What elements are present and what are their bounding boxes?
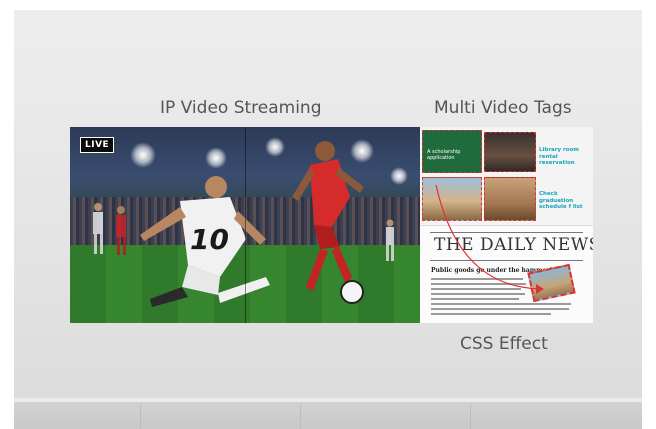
video-wall-seam	[245, 127, 246, 323]
baseboard	[14, 398, 642, 402]
scene: IP Video Streaming Multi Video Tags CSS …	[0, 0, 656, 429]
live-badge: LIVE	[80, 137, 115, 153]
heading-ip-video-streaming: IP Video Streaming	[160, 98, 322, 118]
floor-plank	[470, 404, 471, 429]
heading-css-effect: CSS Effect	[460, 334, 548, 354]
css-effect-arrow	[435, 184, 544, 294]
video-wall-stream[interactable]: 10 LIVE	[70, 127, 420, 323]
floor	[14, 398, 642, 429]
jersey-number: 10	[190, 223, 229, 256]
heading-multi-video-tags: Multi Video Tags	[434, 98, 572, 118]
signage-panel: A scholarship application Library room r…	[420, 127, 593, 323]
floor-plank	[300, 404, 301, 429]
floor-plank	[140, 404, 141, 429]
